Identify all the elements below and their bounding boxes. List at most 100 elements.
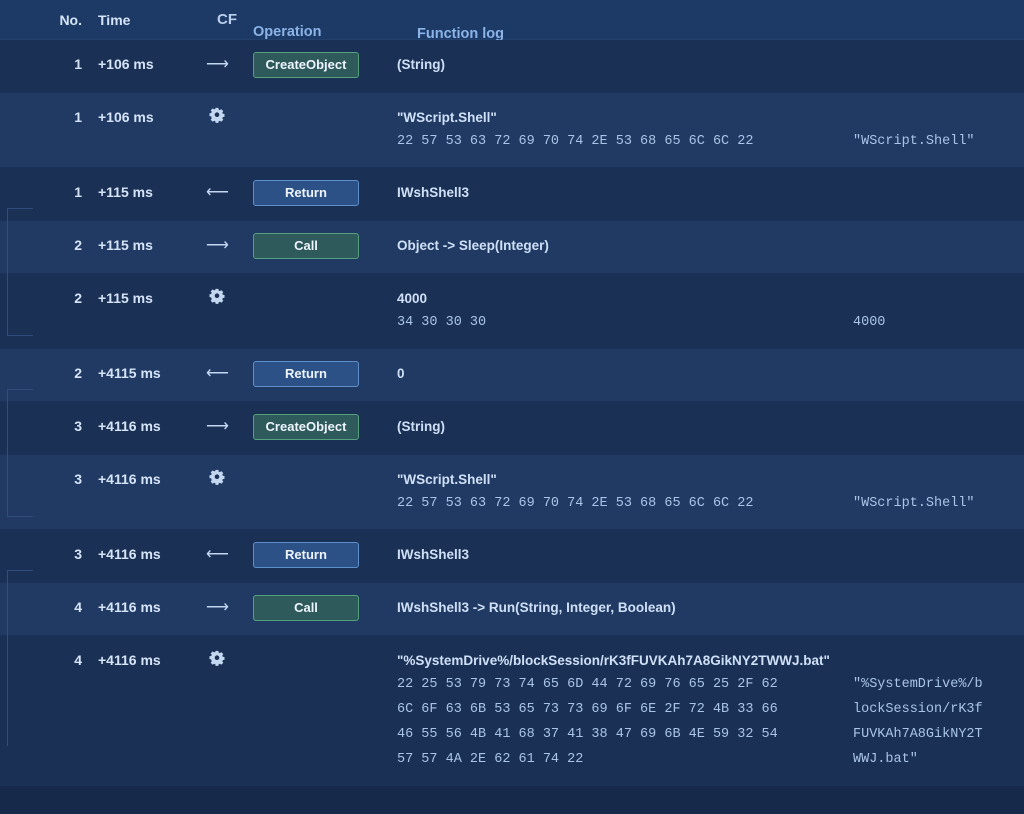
ascii-text: "WScript.Shell" bbox=[853, 491, 975, 516]
cell-no: 4 bbox=[0, 599, 82, 615]
ascii-text: WWJ.bat" bbox=[853, 747, 918, 772]
arrow-right-icon-glyph: ⟶ bbox=[206, 419, 228, 435]
table-row[interactable]: 2 +115 ms 400034 30 30 304000 bbox=[0, 274, 1024, 349]
gear-icon bbox=[195, 288, 239, 305]
function-log-title: "%SystemDrive%/blockSession/rK3fFUVKAh7A… bbox=[397, 650, 1024, 672]
table-row[interactable]: 3+4116 ms"WScript.Shell"22 57 53 63 72 6… bbox=[0, 455, 1024, 530]
arrow-right-icon-glyph: ⟶ bbox=[206, 57, 228, 73]
cell-no: 3 bbox=[0, 546, 82, 562]
table-row[interactable]: 3 +4116 ms ⟶ CreateObject (String) bbox=[0, 402, 1024, 455]
cell-function-log: IWshShell3 -> Run(String, Integer, Boole… bbox=[397, 597, 1024, 619]
table-row[interactable]: 2 +4115 ms ⟵ Return 0 bbox=[0, 349, 1024, 402]
cell-no: 3 bbox=[0, 471, 82, 487]
function-log-title: (String) bbox=[397, 54, 1024, 76]
cell-operation: Call bbox=[253, 233, 359, 259]
operation-badge[interactable]: Return bbox=[253, 180, 359, 206]
hex-bytes: 6C 6F 63 6B 53 65 73 73 69 6F 6E 2F 72 4… bbox=[397, 697, 778, 722]
arrow-left-icon: ⟵ bbox=[195, 365, 239, 382]
table-row[interactable]: 1 +115 ms ⟵ Return IWshShell3 bbox=[0, 168, 1024, 221]
operation-badge[interactable]: Return bbox=[253, 361, 359, 387]
function-log-title: (String) bbox=[397, 416, 1024, 438]
table-row[interactable]: 4 +4116 ms "%SystemDrive%/blockSession/rK3… bbox=[0, 636, 1024, 786]
column-header-no[interactable]: No. bbox=[0, 0, 82, 40]
cell-time: +115 ms bbox=[98, 290, 153, 306]
cell-no: 2 bbox=[0, 290, 82, 306]
function-log-title: "WScript.Shell" bbox=[397, 469, 1024, 491]
table-row[interactable]: 3+4116 ms⟵ReturnIWshShell3 bbox=[0, 530, 1024, 583]
table-row[interactable]: 1 +106 ms ⟶ CreateObject (String) bbox=[0, 40, 1024, 93]
ascii-text: "WScript.Shell" bbox=[853, 129, 975, 154]
column-header-cf[interactable]: CF bbox=[205, 0, 249, 40]
cell-function-log: "%SystemDrive%/blockSession/rK3fFUVKAh7A… bbox=[397, 650, 1024, 772]
cell-function-log: IWshShell3 bbox=[397, 544, 1024, 566]
operation-badge[interactable]: Call bbox=[253, 233, 359, 259]
function-log-title: "WScript.Shell" bbox=[397, 107, 1024, 129]
table-row[interactable]: 4 +4116 ms ⟶ Call IWshShell3 -> Run(String, … bbox=[0, 583, 1024, 636]
hex-bytes: 34 30 30 30 bbox=[397, 310, 486, 335]
operation-badge[interactable]: CreateObject bbox=[253, 414, 359, 440]
table-row[interactable]: 2 +115 ms ⟶ Call Object -> Sleep(Integer) bbox=[0, 221, 1024, 274]
cell-time: +4116 ms bbox=[98, 471, 161, 487]
hex-dump-line: 22 57 53 63 72 69 70 74 2E 53 68 65 6C 6… bbox=[397, 129, 1024, 154]
gear-icon bbox=[195, 469, 239, 486]
hex-bytes: 46 55 56 4B 41 68 37 41 38 47 69 6B 4E 5… bbox=[397, 722, 778, 747]
operation-badge[interactable]: Return bbox=[253, 542, 359, 568]
cell-time: +4116 ms bbox=[98, 652, 161, 668]
function-log-title: IWshShell3 bbox=[397, 182, 1024, 204]
hex-dump-line: 57 57 4A 2E 62 61 74 22 WWJ.bat" bbox=[397, 747, 1024, 772]
hex-dump-line: 22 25 53 79 73 74 65 6D 44 72 69 76 65 2… bbox=[397, 672, 1024, 697]
hex-bytes: 22 57 53 63 72 69 70 74 2E 53 68 65 6C 6… bbox=[397, 491, 753, 516]
cell-function-log: 0 bbox=[397, 363, 1024, 385]
table-row[interactable]: 1 +106 ms "WScript.Shell"22 57 53 63 72 69… bbox=[0, 93, 1024, 168]
ascii-text: "%SystemDrive%/b bbox=[853, 672, 983, 697]
arrow-right-icon: ⟶ bbox=[195, 237, 239, 254]
cell-no: 2 bbox=[0, 365, 82, 381]
hex-bytes: 57 57 4A 2E 62 61 74 22 bbox=[397, 747, 583, 772]
function-log-title: 4000 bbox=[397, 288, 1024, 310]
log-row-list: 1 +106 ms ⟶ CreateObject (String) 1 +106 ms "WS… bbox=[0, 40, 1024, 786]
operation-badge[interactable]: Call bbox=[253, 595, 359, 621]
gear-icon bbox=[195, 107, 239, 124]
cell-no: 1 bbox=[0, 56, 82, 72]
cell-operation: CreateObject bbox=[253, 52, 359, 78]
cell-time: +115 ms bbox=[98, 237, 153, 253]
cell-no: 3 bbox=[0, 418, 82, 434]
gear-icon bbox=[195, 650, 239, 667]
cell-function-log: Object -> Sleep(Integer) bbox=[397, 235, 1024, 257]
cell-function-log: (String) bbox=[397, 54, 1024, 76]
arrow-right-icon: ⟶ bbox=[195, 56, 239, 73]
cell-no: 1 bbox=[0, 184, 82, 200]
arrow-left-icon: ⟵ bbox=[195, 184, 239, 201]
cell-time: +106 ms bbox=[98, 109, 154, 125]
hex-dump-line: 6C 6F 63 6B 53 65 73 73 69 6F 6E 2F 72 4… bbox=[397, 697, 1024, 722]
cell-no: 2 bbox=[0, 237, 82, 253]
ascii-text: lockSession/rK3f bbox=[853, 697, 983, 722]
cell-function-log: (String) bbox=[397, 416, 1024, 438]
operation-badge[interactable]: CreateObject bbox=[253, 52, 359, 78]
cell-time: +4116 ms bbox=[98, 599, 161, 615]
cell-function-log: IWshShell3 bbox=[397, 182, 1024, 204]
cell-operation: Return bbox=[253, 180, 359, 206]
column-header-time[interactable]: Time bbox=[98, 0, 130, 40]
cell-no: 1 bbox=[0, 109, 82, 125]
arrow-left-icon-glyph: ⟵ bbox=[206, 185, 228, 201]
function-log-title: 0 bbox=[397, 363, 1024, 385]
arrow-right-icon: ⟶ bbox=[195, 599, 239, 616]
cell-operation: Call bbox=[253, 595, 359, 621]
arrow-right-icon-glyph: ⟶ bbox=[206, 600, 228, 616]
arrow-right-icon: ⟶ bbox=[195, 418, 239, 435]
function-log-panel: No. Time CF Operation Function log 1+106… bbox=[0, 0, 1024, 814]
cell-time: +106 ms bbox=[98, 56, 154, 72]
hex-bytes: 22 25 53 79 73 74 65 6D 44 72 69 76 65 2… bbox=[397, 672, 778, 697]
function-log-title: Object -> Sleep(Integer) bbox=[397, 235, 1024, 257]
cell-time: +4115 ms bbox=[98, 365, 161, 381]
cell-no: 4 bbox=[0, 652, 82, 668]
cell-operation: Return bbox=[253, 361, 359, 387]
cell-function-log: "WScript.Shell"22 57 53 63 72 69 70 74 2… bbox=[397, 107, 1024, 154]
cell-operation: CreateObject bbox=[253, 414, 359, 440]
cell-time: +4116 ms bbox=[98, 418, 161, 434]
arrow-left-icon: ⟵ bbox=[195, 546, 239, 563]
hex-dump-line: 46 55 56 4B 41 68 37 41 38 47 69 6B 4E 5… bbox=[397, 722, 1024, 747]
cell-time: +115 ms bbox=[98, 184, 153, 200]
cell-function-log: 400034 30 30 304000 bbox=[397, 288, 1024, 335]
